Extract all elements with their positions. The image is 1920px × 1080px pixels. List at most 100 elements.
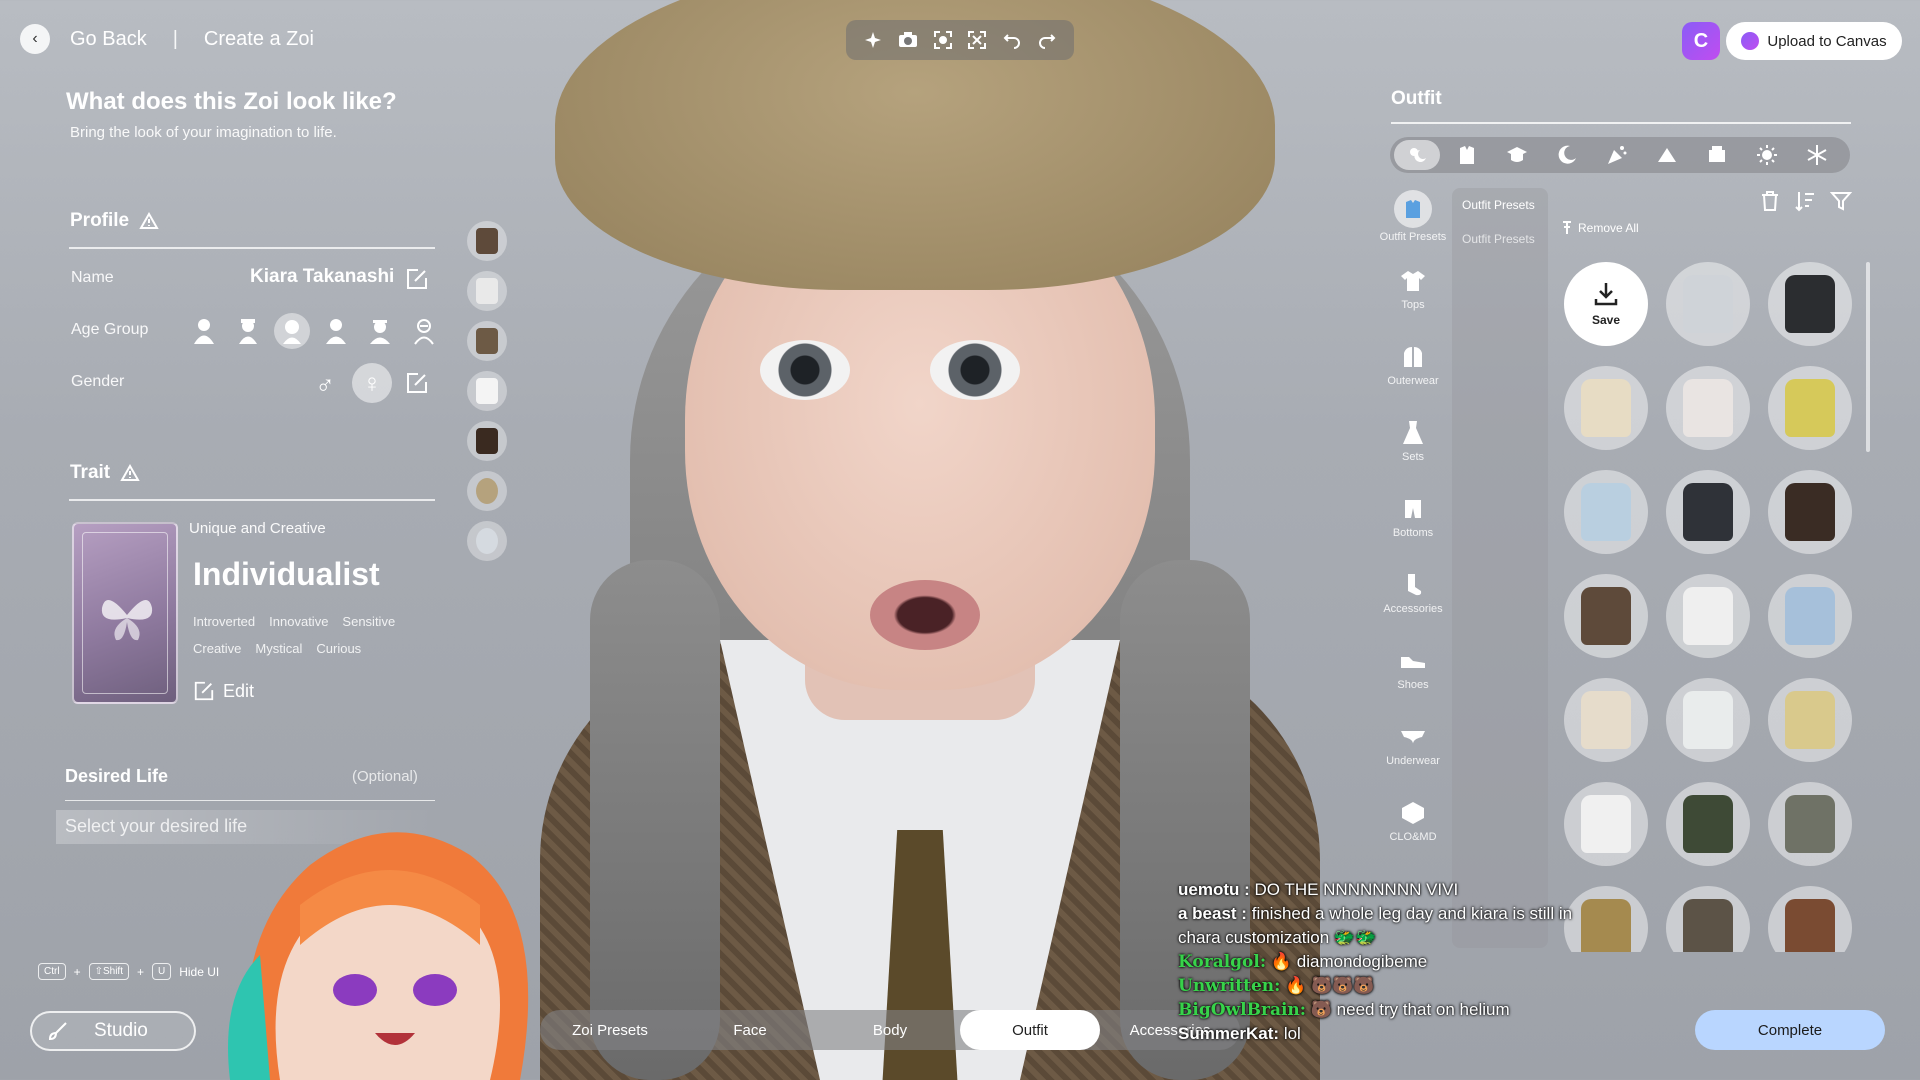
outfit-item[interactable] <box>1564 678 1648 762</box>
sidebar-item-accessories[interactable]: Accessories <box>1378 570 1448 646</box>
outfit-item[interactable] <box>1768 678 1852 762</box>
outfit-item[interactable] <box>1666 574 1750 658</box>
infant-icon[interactable] <box>186 313 222 349</box>
all-weather-icon[interactable] <box>1394 140 1440 170</box>
slot-jacket[interactable] <box>467 321 507 361</box>
trait-card[interactable] <box>72 522 178 704</box>
outfit-item[interactable] <box>1564 782 1648 866</box>
slot-hat[interactable] <box>467 471 507 511</box>
remove-all-button[interactable]: Remove All <box>1562 221 1639 235</box>
outfit-item[interactable] <box>1564 470 1648 554</box>
outfit-item[interactable] <box>1666 262 1750 346</box>
adult-icon[interactable] <box>362 313 398 349</box>
slot-accessory[interactable] <box>467 521 507 561</box>
chat-username: Koralgol: <box>1178 952 1267 972</box>
outfit-item[interactable] <box>1768 262 1852 346</box>
brush-icon <box>48 1022 67 1041</box>
tab-body[interactable]: Body <box>820 1010 960 1050</box>
swim-icon[interactable] <box>1644 140 1690 170</box>
slot-socks[interactable] <box>467 371 507 411</box>
outfit-item[interactable] <box>1564 366 1648 450</box>
chat-text: DO THE NNNNNNNN VIVI <box>1254 880 1459 899</box>
female-icon[interactable]: ♀ <box>352 363 392 403</box>
outfit-item[interactable] <box>1768 366 1852 450</box>
undo-icon[interactable] <box>1000 28 1024 52</box>
chat-text: 🐻 need try that on helium <box>1310 1000 1510 1019</box>
slot-shirt[interactable] <box>467 271 507 311</box>
camera-icon[interactable] <box>896 28 920 52</box>
teen-icon[interactable] <box>274 313 310 349</box>
pin-icon <box>1563 221 1571 234</box>
back-label[interactable]: Go Back <box>70 28 147 51</box>
sidebar-item-bottoms[interactable]: Bottoms <box>1378 494 1448 570</box>
outfit-item[interactable] <box>1666 366 1750 450</box>
profile-divider <box>69 247 435 249</box>
character-mouth <box>870 580 980 650</box>
outfit-item[interactable] <box>1666 470 1750 554</box>
focus-icon[interactable] <box>965 28 989 52</box>
sidebar-item-tops[interactable]: Tops <box>1378 266 1448 342</box>
slot-boots[interactable] <box>467 421 507 461</box>
shirt-icon <box>1398 266 1428 296</box>
outfit-sidebar: Outfit Presets Tops Outerwear Sets Botto… <box>1378 190 1448 874</box>
chat-message: Koralgol: 🔥 diamondogibeme <box>1178 950 1578 974</box>
garment-thumbnail <box>1785 483 1835 541</box>
trait-edit-button[interactable]: Edit <box>193 680 254 702</box>
subcategory-outfit-presets-2[interactable]: Outfit Presets <box>1452 222 1548 256</box>
tab-outfit[interactable]: Outfit <box>960 1010 1100 1050</box>
winter-icon[interactable] <box>1794 140 1840 170</box>
slot-vest[interactable] <box>467 221 507 261</box>
outfit-item[interactable] <box>1768 470 1852 554</box>
garment-thumbnail <box>1785 587 1835 645</box>
outfit-item[interactable] <box>1666 782 1750 866</box>
sidebar-item-underwear[interactable]: Underwear <box>1378 722 1448 798</box>
garment-thumbnail <box>1581 691 1631 749</box>
edit-name-icon[interactable] <box>402 264 432 294</box>
accessory-icon <box>476 528 498 554</box>
download-icon <box>1594 283 1618 306</box>
sidebar-item-clo-md[interactable]: CLO&MD <box>1378 798 1448 874</box>
save-outfit-button[interactable]: Save <box>1564 262 1648 346</box>
back-button[interactable]: ‹ <box>20 24 50 54</box>
edit-gender-icon[interactable] <box>402 368 432 398</box>
outfit-category-bar <box>1390 137 1850 173</box>
sidebar-item-outfit-presets[interactable]: Outfit Presets <box>1378 190 1448 266</box>
outfit-item[interactable] <box>1768 574 1852 658</box>
profile-heading: Profile <box>70 210 159 232</box>
sidebar-item-shoes[interactable]: Shoes <box>1378 646 1448 722</box>
school-icon[interactable] <box>1494 140 1540 170</box>
outfit-subcategory-list: Outfit Presets Outfit Presets <box>1452 188 1548 948</box>
upload-to-canvas-button[interactable]: Upload to Canvas <box>1726 22 1902 60</box>
outfit-item[interactable] <box>1768 782 1852 866</box>
subcategory-outfit-presets[interactable]: Outfit Presets <box>1452 188 1548 222</box>
sort-icon[interactable] <box>1794 190 1816 212</box>
male-icon[interactable]: ♂ <box>308 368 342 402</box>
sport-icon[interactable] <box>1694 140 1740 170</box>
sleepwear-icon[interactable] <box>1544 140 1590 170</box>
outfit-item[interactable] <box>1768 886 1852 952</box>
redo-icon[interactable] <box>1035 28 1059 52</box>
sidebar-item-outerwear[interactable]: Outerwear <box>1378 342 1448 418</box>
sparkle-icon[interactable] <box>861 28 885 52</box>
summer-icon[interactable] <box>1744 140 1790 170</box>
outfit-grid-scrollbar[interactable] <box>1866 262 1870 452</box>
outfit-item[interactable] <box>1666 886 1750 952</box>
young-adult-icon[interactable] <box>318 313 354 349</box>
outfit-title: Outfit <box>1391 88 1442 109</box>
tab-face[interactable]: Face <box>680 1010 820 1050</box>
elder-icon[interactable] <box>406 313 442 349</box>
outfit-item[interactable] <box>1666 678 1750 762</box>
studio-button[interactable]: Studio <box>30 1011 196 1051</box>
party-icon[interactable] <box>1594 140 1640 170</box>
complete-button[interactable]: Complete <box>1695 1010 1885 1050</box>
child-icon[interactable] <box>230 313 266 349</box>
formal-icon[interactable] <box>1444 140 1490 170</box>
frame-icon[interactable] <box>931 28 955 52</box>
sidebar-item-sets[interactable]: Sets <box>1378 418 1448 494</box>
filter-icon[interactable] <box>1830 190 1852 212</box>
canvas-logo-icon[interactable]: C <box>1682 22 1720 60</box>
outfit-item[interactable] <box>1564 574 1648 658</box>
trait-tag: Mystical <box>255 641 303 656</box>
sidebar-label: Outerwear <box>1387 375 1439 387</box>
trash-icon[interactable] <box>1760 190 1780 212</box>
